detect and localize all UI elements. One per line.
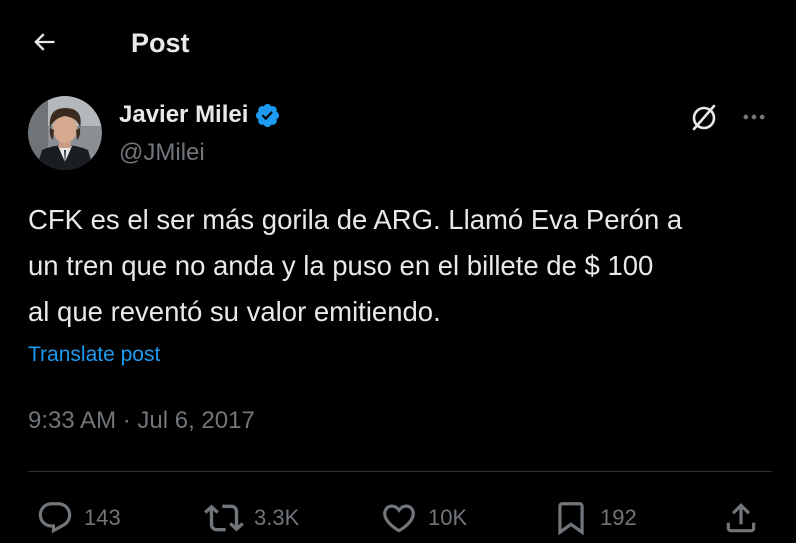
page-header: Post [0, 0, 796, 86]
like-button[interactable]: 10K [380, 496, 467, 540]
bookmark-count: 192 [600, 505, 637, 530]
translate-post-link[interactable]: Translate post [28, 341, 160, 369]
like-count: 10K [428, 505, 468, 530]
repost-icon [204, 498, 244, 538]
divider [28, 471, 772, 472]
repost-button[interactable]: 3.3K [204, 496, 299, 540]
share-button[interactable] [722, 496, 760, 540]
reply-count: 143 [84, 505, 121, 530]
bookmark-button[interactable]: 192 [552, 496, 637, 540]
more-horizontal-icon [740, 103, 768, 136]
action-bar: 143 3.3K 10K 192 [0, 496, 796, 542]
post-page: Post Javier Milei @JMilei CFK es el ser … [0, 0, 796, 543]
author-handle[interactable]: @JMilei [119, 138, 205, 168]
author-name[interactable]: Javier Milei [119, 100, 281, 130]
verified-badge-icon [254, 102, 281, 129]
avatar[interactable] [28, 96, 102, 170]
tweet-text: CFK es el ser más gorila de ARG. Llamó E… [28, 204, 683, 327]
reply-button[interactable]: 143 [36, 496, 121, 540]
post-timestamp[interactable]: 9:33 AM · Jul 6, 2017 [28, 405, 255, 437]
reply-icon [36, 499, 74, 537]
share-icon [722, 499, 760, 537]
heart-icon [380, 499, 418, 537]
page-title: Post [131, 28, 190, 58]
back-button[interactable] [24, 24, 64, 64]
grok-icon [689, 102, 719, 137]
bookmark-icon [552, 499, 590, 537]
more-options-button[interactable] [734, 99, 774, 139]
repost-count: 3.3K [254, 505, 300, 530]
arrow-left-icon [30, 28, 58, 61]
author-name-text: Javier Milei [119, 101, 249, 128]
grok-button[interactable] [684, 99, 724, 139]
